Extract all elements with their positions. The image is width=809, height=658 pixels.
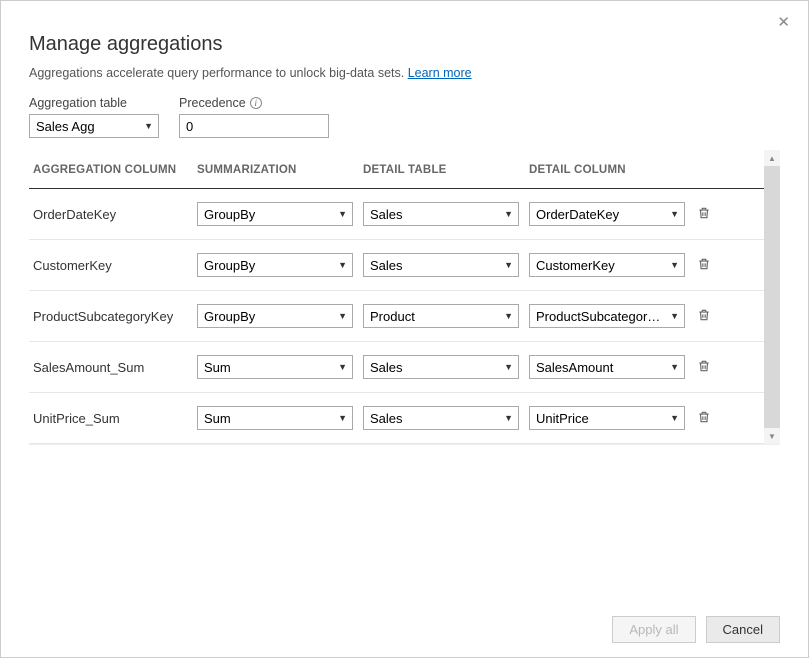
aggregation-column-name: SalesAmount_Sum xyxy=(33,360,144,375)
vertical-scrollbar[interactable]: ▲ ▼ xyxy=(764,150,780,444)
detail-column-select[interactable]: OrderDateKey xyxy=(529,202,685,226)
detail-column-select[interactable]: ProductSubcategory... xyxy=(529,304,685,328)
dialog-subtitle: Aggregations accelerate query performanc… xyxy=(29,66,780,80)
precedence-input[interactable] xyxy=(179,114,329,138)
learn-more-link[interactable]: Learn more xyxy=(408,66,472,80)
detail-column-select[interactable]: CustomerKey xyxy=(529,253,685,277)
trash-icon xyxy=(697,206,711,223)
aggregation-column-name: OrderDateKey xyxy=(33,207,116,222)
delete-row-button[interactable] xyxy=(695,306,713,327)
aggregation-table-label: Aggregation table xyxy=(29,96,159,110)
summarization-select[interactable]: Sum xyxy=(197,355,353,379)
aggregation-table-group: Aggregation table Sales Agg ▼ xyxy=(29,96,159,138)
header-detail-table: DETAIL TABLE xyxy=(363,164,529,176)
subtitle-text: Aggregations accelerate query performanc… xyxy=(29,66,408,80)
detail-table-select[interactable]: Sales xyxy=(363,202,519,226)
header-summarization: SUMMARIZATION xyxy=(197,164,363,176)
trash-icon xyxy=(697,359,711,376)
summarization-select[interactable]: GroupBy xyxy=(197,202,353,226)
table-row: OrderDateKeyGroupBy▼Sales▼OrderDateKey▼ xyxy=(29,189,764,240)
close-button[interactable]: ✕ xyxy=(773,11,794,34)
dialog-title: Manage aggregations xyxy=(29,33,780,56)
close-icon: ✕ xyxy=(777,14,790,31)
header-aggregation-column: AGGREGATION COLUMN xyxy=(29,164,197,176)
info-icon: i xyxy=(250,97,262,109)
delete-row-button[interactable] xyxy=(695,204,713,225)
table-row: UnitPrice_SumSum▼Sales▼UnitPrice▼ xyxy=(29,393,764,444)
controls-row: Aggregation table Sales Agg ▼ Precedence… xyxy=(29,96,780,138)
aggregation-table-select[interactable]: Sales Agg xyxy=(29,114,159,138)
delete-row-button[interactable] xyxy=(695,255,713,276)
cancel-button[interactable]: Cancel xyxy=(706,616,780,643)
aggregation-column-name: UnitPrice_Sum xyxy=(33,411,120,426)
table-row: SalesAmount_SumSum▼Sales▼SalesAmount▼ xyxy=(29,342,764,393)
summarization-select[interactable]: Sum xyxy=(197,406,353,430)
header-detail-column: DETAIL COLUMN xyxy=(529,164,695,176)
grid-header-row: AGGREGATION COLUMN SUMMARIZATION DETAIL … xyxy=(29,150,764,189)
aggregation-column-name: CustomerKey xyxy=(33,258,112,273)
scroll-thumb[interactable] xyxy=(764,166,780,434)
dialog-footer: Apply all Cancel xyxy=(612,616,780,643)
aggregation-grid: AGGREGATION COLUMN SUMMARIZATION DETAIL … xyxy=(29,150,780,445)
summarization-select[interactable]: GroupBy xyxy=(197,253,353,277)
table-row: CustomerKeyGroupBy▼Sales▼CustomerKey▼ xyxy=(29,240,764,291)
detail-table-select[interactable]: Sales xyxy=(363,253,519,277)
detail-table-select[interactable]: Sales xyxy=(363,355,519,379)
detail-column-select[interactable]: SalesAmount xyxy=(529,355,685,379)
aggregation-column-name: ProductSubcategoryKey xyxy=(33,309,173,324)
trash-icon xyxy=(697,410,711,427)
table-row: ProductSubcategoryKeyGroupBy▼Product▼Pro… xyxy=(29,291,764,342)
trash-icon xyxy=(697,308,711,325)
apply-all-button[interactable]: Apply all xyxy=(612,616,695,643)
scroll-up-icon[interactable]: ▲ xyxy=(764,150,780,166)
summarization-select[interactable]: GroupBy xyxy=(197,304,353,328)
precedence-group: Precedence i xyxy=(179,96,329,138)
precedence-label: Precedence i xyxy=(179,96,329,110)
manage-aggregations-dialog: ✕ Manage aggregations Aggregations accel… xyxy=(0,0,809,658)
aggregation-table-select-wrap: Sales Agg ▼ xyxy=(29,114,159,138)
trash-icon xyxy=(697,257,711,274)
scroll-down-icon[interactable]: ▼ xyxy=(764,428,780,444)
delete-row-button[interactable] xyxy=(695,408,713,429)
detail-table-select[interactable]: Sales xyxy=(363,406,519,430)
detail-column-select[interactable]: UnitPrice xyxy=(529,406,685,430)
detail-table-select[interactable]: Product xyxy=(363,304,519,328)
delete-row-button[interactable] xyxy=(695,357,713,378)
